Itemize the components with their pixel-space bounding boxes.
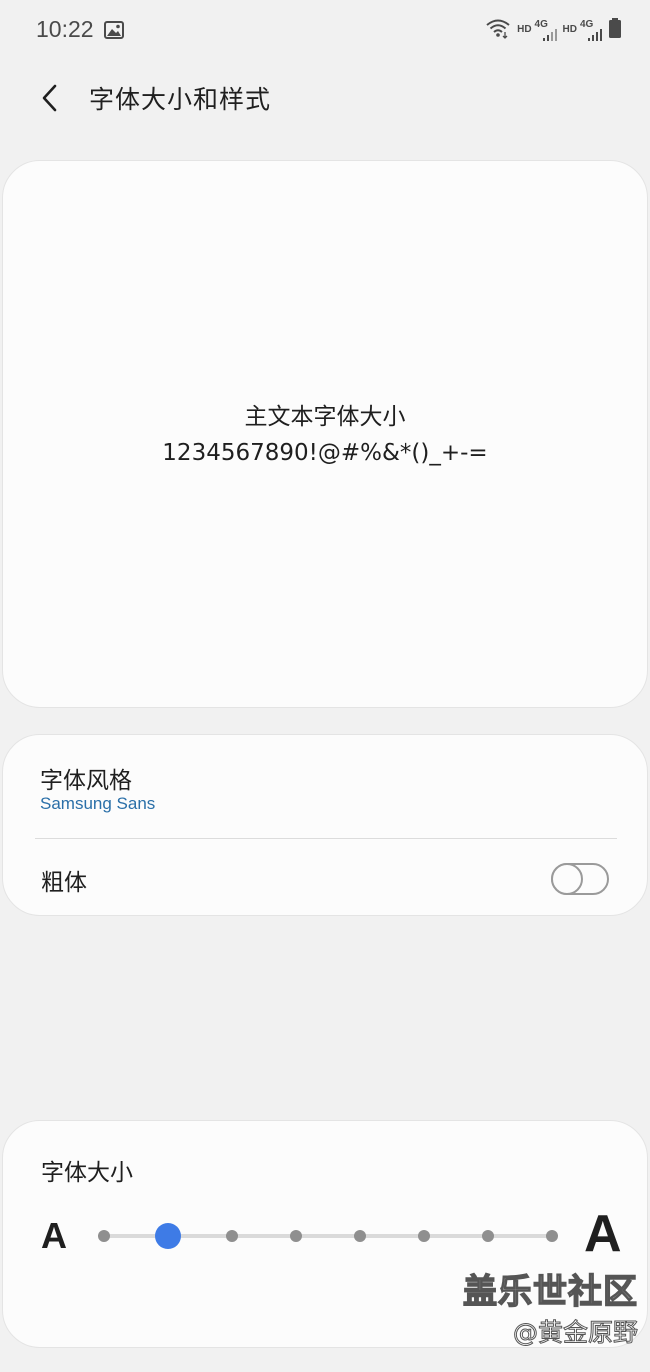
back-arrow-icon [42,84,57,112]
signal-icon [588,29,602,41]
font-size-slider[interactable] [98,1222,558,1250]
font-style-option[interactable]: 字体风格 Samsung Sans [3,735,647,837]
slider-tick [354,1230,366,1242]
status-time: 10:22 [36,16,94,42]
wifi-icon [485,17,511,43]
bold-toggle[interactable] [551,863,609,895]
watermark-author: @黄金原野 [512,1318,638,1348]
back-button[interactable] [28,76,72,120]
network-1: HD 4G [517,19,557,41]
bold-option[interactable]: 粗体 [3,839,647,915]
slider-thumb[interactable] [155,1223,181,1249]
preview-line-1: 主文本字体大小 [244,404,406,430]
font-size-label: 字体大小 [41,1160,133,1186]
slider-tick [290,1230,302,1242]
header: 字体大小和样式 [0,62,650,132]
watermark-title: 盖乐世社区 [462,1271,638,1312]
page-title: 字体大小和样式 [89,85,272,114]
status-icons: HD 4G HD 4G [485,18,622,42]
font-preview-card: 主文本字体大小 1234567890!@#%&*()_+-= [2,160,648,708]
slider-tick [546,1230,558,1242]
watermark: 盖乐世社区 @黄金原野 [462,1270,638,1352]
font-style-card: 字体风格 Samsung Sans 粗体 [2,734,648,916]
bold-label: 粗体 [41,870,87,896]
gallery-icon [104,21,124,39]
hd-label: HD [517,24,532,35]
large-size-icon: A [584,1205,622,1263]
status-bar: 10:22 HD 4G HD 4G [0,0,650,62]
slider-tick [226,1230,238,1242]
slider-tick [98,1230,110,1242]
font-style-label: 字体风格 [40,768,132,794]
font-style-value: Samsung Sans [40,794,156,813]
slider-tick [482,1230,494,1242]
preview-text: 主文本字体大小 1234567890!@#%&*()_+-= [3,399,647,471]
toggle-knob [551,863,583,895]
network-2: HD 4G [563,19,602,41]
signal-icon [542,29,557,41]
hd-label: HD [562,24,577,35]
small-size-icon: A [41,1215,67,1256]
preview-line-2: 1234567890!@#%&*()_+-= [162,440,488,466]
slider-tick [418,1230,430,1242]
battery-icon [608,17,622,43]
